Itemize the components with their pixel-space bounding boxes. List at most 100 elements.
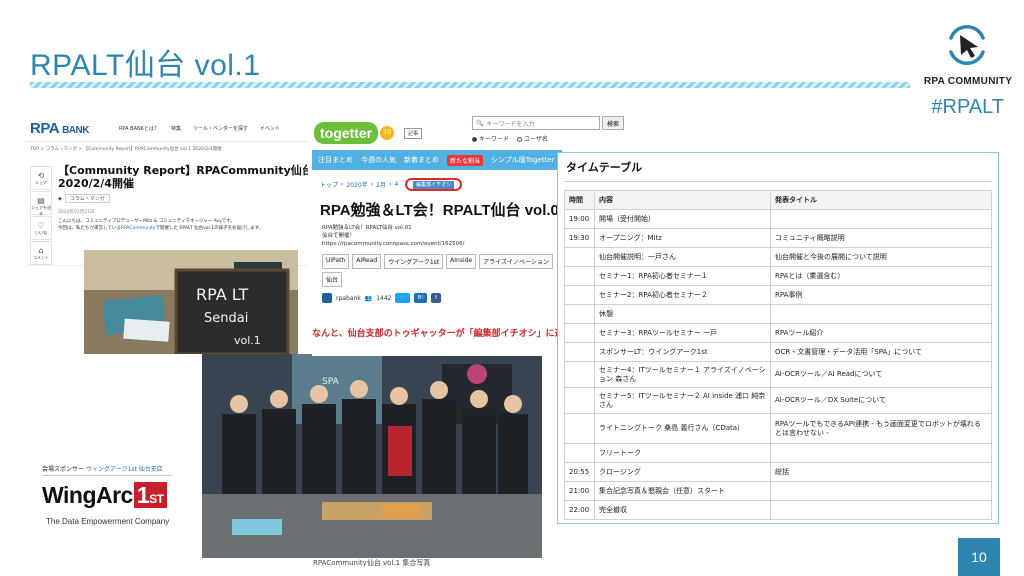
hatena-share-button[interactable]: B! (413, 293, 428, 303)
nav-featured[interactable]: 注目まとめ (318, 155, 353, 165)
group-photo: SPA (202, 354, 542, 558)
share-button[interactable]: ⟲ シェア (30, 166, 52, 190)
chalk-line2: Sendai (204, 311, 248, 326)
rpabank-nav: RPA BANKとは？ 特集 ツール・ベンダーを探す イベント (119, 125, 280, 132)
twitter-share-button[interactable]: 🐦 (395, 293, 410, 303)
like-button[interactable]: ♡ いいね (30, 216, 52, 240)
rpabank-nav-about[interactable]: RPA BANKとは？ (119, 125, 159, 132)
togetter-user-row: rpabank 👥 1442 🐦 B! f (312, 287, 562, 309)
header-time: 時間 (564, 190, 595, 210)
tag-ainside[interactable]: AInside (446, 254, 477, 269)
cell-title: RPAとは（業選含む） (770, 266, 992, 286)
like-label: いいね (35, 230, 47, 235)
rpabank-logo[interactable]: RPA BANK (30, 120, 89, 137)
article-body: こんにちは、コミュニティプロデューサーMitz & コミュニティマネージャー A… (58, 218, 308, 232)
share-label: シェア (35, 180, 47, 185)
wingarc-logo: WingArc 1ST (42, 482, 167, 509)
nav-weekly[interactable]: 今週の人気 (361, 155, 396, 165)
article-title-line2: 2020/2/4開催 (58, 177, 134, 190)
slide: RPALT仙台 vol.1 RPA COMMUNITY #RPALT RPA BA… (0, 0, 1024, 576)
cell-time (564, 413, 595, 444)
cell-content: オープニング：Mitz (594, 228, 771, 248)
rpabank-article: RPA BANK RPA BANKとは？ 特集 ツール・ベンダーを探す イベント … (26, 116, 308, 266)
share-icon: ⟲ (37, 171, 45, 180)
tag-wingarc[interactable]: ウイングアーク1st (384, 254, 444, 269)
tag-icon: ◆ (58, 195, 62, 202)
comment-label: コメント (33, 255, 49, 260)
post-button[interactable]: 記事 (404, 127, 423, 139)
crumb-sep-2: › (370, 181, 374, 188)
tag-airead[interactable]: AIRead (352, 254, 382, 269)
wingarc-badge: 1ST (133, 482, 167, 508)
category-chip[interactable]: コラム・マンガ (64, 194, 110, 203)
crumb-day[interactable]: 4 (394, 181, 398, 188)
anniversary-badge: 10 (380, 126, 395, 140)
togetter-title: RPA勉強＆LT会！RPALT仙台 vol.01 (320, 202, 562, 219)
cell-content: 完全撤収 (594, 500, 771, 520)
table-row: 20:55 クロージング 総括 (564, 462, 992, 482)
cell-content: フリートーク (594, 443, 771, 463)
radio-checked-icon (472, 137, 477, 142)
search-icon: 🔍 (476, 119, 484, 127)
crumb-year[interactable]: 2020年 (346, 180, 367, 189)
sponsor-label: 会場スポンサー ウィングアーク1st 仙台支店 (42, 464, 172, 476)
view-count: 1442 (376, 294, 392, 302)
cell-content: 集合記念写真＆懇親会（任意）スタート (594, 481, 771, 501)
tag-uipath[interactable]: UiPath (322, 254, 350, 269)
search-input[interactable]: 🔍 キーワードを入力 (472, 116, 600, 130)
option-keyword[interactable]: キーワード (472, 134, 509, 143)
rpabank-nav-feature[interactable]: 特集 (171, 125, 181, 132)
desc-line1: RPA勉強＆LT会！RPALT仙台 vol.01 (322, 225, 412, 231)
nav-simple[interactable]: シンプル版Togetter (491, 155, 555, 165)
avatar[interactable] (322, 293, 332, 303)
cell-content: セミナー3：RPAツールセミナー 一戸 (594, 323, 771, 343)
tag-arise[interactable]: アライズイノベーション (479, 254, 553, 269)
cell-time (564, 285, 595, 305)
option-user[interactable]: ユーザ名 (517, 134, 548, 143)
cell-time: 19:30 (564, 228, 595, 248)
sponsor-link[interactable]: ウィングアーク1st 仙台支店 (86, 466, 163, 473)
cell-content: セミナー2：RPA初心者セミナー２ (594, 285, 771, 305)
nav-new[interactable]: 新着まとめ (404, 155, 439, 165)
desc-line2: 仙台で開催！ (322, 233, 356, 239)
togetter-description: RPA勉強＆LT会！RPALT仙台 vol.01 仙台で開催！ https://… (312, 224, 562, 248)
search-button[interactable]: 検索 (602, 116, 625, 130)
send-button[interactable]: ▤ シェアを送る (30, 191, 52, 216)
event-url[interactable]: https://rpacommunity.connpass.com/event/… (322, 240, 552, 248)
article-date: 2020年02月21日 (58, 210, 95, 215)
nav-new-badge[interactable]: 新たな割当 (447, 154, 484, 166)
header-title: 発表タイトル (770, 190, 992, 210)
title-stripe (30, 82, 910, 88)
cell-content: 休憩 (594, 304, 771, 324)
comment-button[interactable]: ⌂ コメント (30, 241, 52, 265)
cell-title: AI-OCRツール／AI Readについて (770, 361, 992, 388)
table-row: 19:00 開場（受付開始） (564, 209, 992, 229)
cell-title: AI-OCRツール／DX Suiteについて (770, 387, 992, 414)
wingarc-tagline: The Data Empowerment Company (46, 517, 170, 526)
comment-icon: ⌂ (38, 246, 44, 255)
table-row: 仙台開催説明：一戸さん 仙台開催と今後の展開について説明 (564, 247, 992, 267)
crumb-month[interactable]: 2月 (376, 180, 386, 189)
cell-title (770, 500, 992, 520)
cursor-ring-icon (949, 25, 985, 65)
editor-pick-note: なんと、仙台支部のトゥギャッターが「編集部イチオシ」に選ばれました (312, 329, 562, 339)
table-row: 19:30 オープニング：Mitz コミュニティ概略説明 (564, 228, 992, 248)
table-row: セミナー4：ITツールセミナー１ アライズイノベーション 森さん AI-OCRツー… (564, 361, 992, 388)
rpabank-nav-tools[interactable]: ツール・ベンダーを探す (193, 125, 248, 132)
logo-text: RPA COMMUNITY (923, 76, 1013, 87)
rpabank-header: RPA BANK RPA BANKとは？ 特集 ツール・ベンダーを探す イベント (26, 116, 308, 142)
facebook-share-button[interactable]: f (431, 293, 441, 303)
crumb-top[interactable]: トップ (320, 180, 338, 189)
rpabank-nav-events[interactable]: イベント (260, 125, 280, 132)
togetter-logo[interactable]: togetter (314, 122, 379, 144)
option-user-label: ユーザ名 (524, 136, 548, 143)
chalk-line1: RPA LT (196, 285, 248, 304)
chalk-line3: vol.1 (234, 334, 261, 347)
cell-time (564, 443, 595, 463)
cell-time (564, 387, 595, 414)
rpacommunity-link[interactable]: RPACommunity (121, 226, 156, 231)
tag-sendai[interactable]: 仙台 (322, 272, 343, 287)
username[interactable]: rpabank (336, 295, 361, 302)
editor-pick-label[interactable]: 編集部イチオシ (413, 181, 455, 189)
page-number: 10 (958, 538, 1000, 576)
